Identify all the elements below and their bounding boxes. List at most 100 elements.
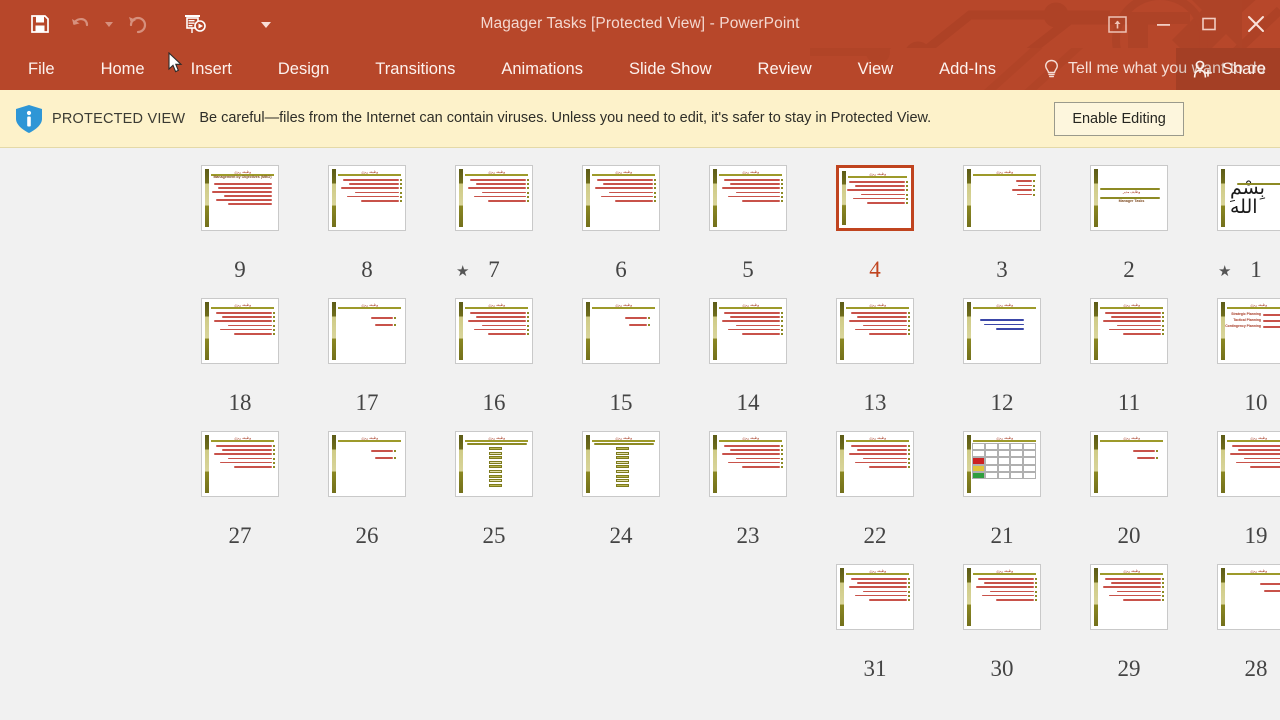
slide-preview-image[interactable]: وظیفه ریزی <box>201 431 279 497</box>
slide-preview-image[interactable]: وظیفه ریزی <box>1217 564 1280 630</box>
slide-preview[interactable]: وظیفه ریزی <box>328 298 406 364</box>
tab-review[interactable]: Review <box>758 60 812 79</box>
slide-preview-image[interactable]: وظیفه ریزی <box>963 431 1041 497</box>
slide-preview-image[interactable]: وظیفه ریزی Strategic Planning Tactical Pla… <box>1217 298 1280 364</box>
slide-preview-image[interactable]: وظیفه ریزی <box>709 431 787 497</box>
tab-slide-show[interactable]: Slide Show <box>629 60 712 79</box>
slide-preview[interactable]: وظیفه ریزی <box>582 431 660 497</box>
redo-icon[interactable] <box>118 4 158 44</box>
slide-preview-image[interactable]: وظیفه ریزی Management by Objectives (MBO) <box>201 165 279 231</box>
slide-preview[interactable]: وظیفه ریزی <box>1090 431 1168 497</box>
slide-thumbnail-28[interactable]: وظیفه ریزی 28 <box>1180 557 1280 690</box>
slide-preview[interactable]: وظیفه ریزی <box>836 298 914 364</box>
slide-preview[interactable]: وظیفه ریزی <box>1090 298 1168 364</box>
slide-sorter-pane[interactable]: وظیفه ریزی Management by Objectives (MBO)… <box>0 148 1280 719</box>
slide-preview-image[interactable]: وظیفه ریزی <box>836 431 914 497</box>
slide-preview[interactable]: وظیفه ریزی <box>328 431 406 497</box>
slide-preview[interactable]: وظیفه ریزی <box>963 298 1041 364</box>
slide-preview-image[interactable]: وظیفه ریزی <box>963 165 1041 231</box>
protected-view-badge: PROTECTED VIEW <box>52 110 186 127</box>
slide-preview[interactable]: وظیفه ریزی <box>455 298 533 364</box>
qat-customize-icon[interactable] <box>246 4 286 44</box>
slide-preview-image[interactable]: بِسْمِ الله <box>1217 165 1280 231</box>
slide-preview-image[interactable]: وظیفه ریزی <box>1090 564 1168 630</box>
slide-preview[interactable]: وظیفه ریزی <box>582 298 660 364</box>
tab-file[interactable]: File <box>28 60 55 79</box>
slide-preview-image[interactable]: وظیفه ریزی <box>709 298 787 364</box>
undo-icon[interactable] <box>60 4 100 44</box>
slide-accent-bar <box>586 435 590 493</box>
maximize-icon[interactable] <box>1186 1 1232 47</box>
slide-preview[interactable]: وظیفه ریزی <box>963 564 1041 630</box>
slide-accent-bar <box>332 302 336 360</box>
slide-thumbnail-19[interactable]: وظیفه ریزی 19 <box>1180 424 1280 557</box>
slide-preview[interactable]: وظایف مدیر Manager Tasks <box>1090 165 1168 231</box>
tab-transitions[interactable]: Transitions <box>375 60 455 79</box>
slide-preview[interactable]: وظیفه ریزی <box>836 431 914 497</box>
slide-preview[interactable]: وظیفه ریزی <box>328 165 406 231</box>
ribbon-display-options-icon[interactable] <box>1094 1 1140 47</box>
slide-preview-image[interactable]: وظیفه ریزی <box>1090 431 1168 497</box>
slide-preview[interactable]: بِسْمِ الله <box>1217 165 1280 231</box>
slide-preview[interactable]: وظیفه ریزی <box>582 165 660 231</box>
slide-preview-image[interactable]: وظیفه ریزی <box>1090 298 1168 364</box>
slide-preview[interactable]: وظیفه ریزی <box>709 431 787 497</box>
slide-preview-image[interactable]: وظیفه ریزی <box>836 564 914 630</box>
slide-preview[interactable]: وظیفه ریزی <box>201 431 279 497</box>
slide-preview[interactable]: وظیفه ریزی <box>201 298 279 364</box>
slide-preview-image[interactable]: وظیفه ریزی <box>328 298 406 364</box>
minimize-icon[interactable] <box>1140 1 1186 47</box>
tab-home[interactable]: Home <box>101 60 145 79</box>
slide-preview-image[interactable]: وظیفه ریزی <box>963 298 1041 364</box>
slide-accent-bar <box>1094 302 1098 360</box>
slide-preview-image[interactable]: وظیفه ریزی <box>963 564 1041 630</box>
share-button[interactable]: Share <box>1175 48 1280 90</box>
slide-preview[interactable]: وظیفه ریزی Strategic Planning Tactical Pla… <box>1217 298 1280 364</box>
undo-dropdown-icon[interactable] <box>100 4 118 44</box>
slide-preview[interactable]: وظیفه ریزی <box>455 431 533 497</box>
slide-preview-image[interactable]: وظیفه ریزی <box>709 165 787 231</box>
slide-preview[interactable]: وظیفه ریزی <box>1217 564 1280 630</box>
slide-preview-image[interactable]: وظیفه ریزی <box>582 165 660 231</box>
slide-preview[interactable]: وظیفه ریزی <box>1090 564 1168 630</box>
slide-preview-image[interactable]: وظیفه ریزی <box>582 431 660 497</box>
slide-row: وظیفه ریزی 18 وظیفه ریزی 17 وظیفه ریزی 16 وظیف… <box>0 291 1280 424</box>
slide-accent-bar <box>586 302 590 360</box>
slide-preview-image[interactable]: وظیفه ریزی <box>455 298 533 364</box>
tab-insert[interactable]: Insert <box>191 60 232 79</box>
slide-preview-image[interactable]: وظیفه ریزی <box>328 431 406 497</box>
slide-preview[interactable]: وظیفه ریزی <box>963 165 1041 231</box>
tab-animations[interactable]: Animations <box>501 60 583 79</box>
slide-preview[interactable]: وظیفه ریزی Management by Objectives (MBO) <box>201 165 279 231</box>
tab-view[interactable]: View <box>858 60 893 79</box>
slide-preview[interactable]: وظیفه ریزی <box>836 165 914 231</box>
slide-preview-selected[interactable]: وظیفه ریزی <box>836 165 914 231</box>
slide-preview[interactable]: وظیفه ریزی <box>836 564 914 630</box>
protected-view-message: Be careful—files from the Internet can c… <box>199 109 932 126</box>
slide-preview-image[interactable]: وظایف مدیر Manager Tasks <box>1090 165 1168 231</box>
slide-accent-bar <box>967 435 971 493</box>
slide-preview[interactable]: وظیفه ریزی <box>1217 431 1280 497</box>
slide-preview-image[interactable]: وظیفه ریزی <box>455 431 533 497</box>
tab-add-ins[interactable]: Add-Ins <box>939 60 996 79</box>
close-icon[interactable] <box>1232 1 1280 47</box>
slide-preview-image[interactable]: وظیفه ریزی <box>201 298 279 364</box>
star-animation-icon[interactable]: ★ <box>1218 264 1231 279</box>
save-icon[interactable] <box>20 4 60 44</box>
slide-preview[interactable]: وظیفه ریزی <box>709 165 787 231</box>
tab-design[interactable]: Design <box>278 60 329 79</box>
slide-preview-image[interactable]: وظیفه ریزی <box>582 298 660 364</box>
start-slideshow-icon[interactable] <box>176 4 216 44</box>
slide-preview-image[interactable]: وظیفه ریزی <box>328 165 406 231</box>
star-animation-icon[interactable]: ★ <box>456 264 469 279</box>
slide-preview-image[interactable]: وظیفه ریزی <box>455 165 533 231</box>
slide-preview[interactable]: وظیفه ریزی <box>963 431 1041 497</box>
slide-preview-image[interactable]: وظیفه ریزی <box>836 298 914 364</box>
slide-accent-bar <box>586 169 590 227</box>
enable-editing-button[interactable]: Enable Editing <box>1054 101 1184 136</box>
slide-preview-image[interactable]: وظیفه ریزی <box>1217 431 1280 497</box>
slide-preview[interactable]: وظیفه ریزی <box>455 165 533 231</box>
slide-preview[interactable]: وظیفه ریزی <box>709 298 787 364</box>
slide-thumbnail-10[interactable]: وظیفه ریزی Strategic Planning Tactical Pla… <box>1180 291 1280 424</box>
slide-thumbnail-1[interactable]: بِسْمِ الله 1 ★ <box>1180 158 1280 291</box>
